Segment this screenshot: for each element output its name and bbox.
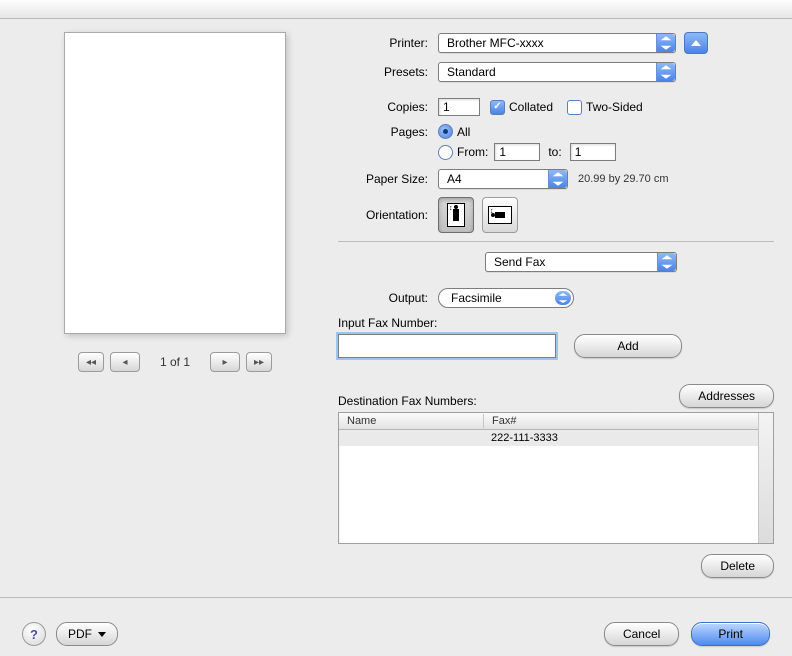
copies-label: Copies:	[338, 100, 438, 114]
fax-input-label: Input Fax Number:	[338, 316, 774, 330]
panel-section-value: Send Fax	[494, 255, 545, 269]
portrait-icon: ↕	[447, 203, 465, 227]
output-select[interactable]: Facsimile	[438, 288, 574, 308]
copies-row: Copies: 1 Collated Two-Sided	[338, 98, 774, 116]
cell-fax: 222-111-3333	[483, 431, 773, 445]
dest-table[interactable]: Name Fax# 222-111-3333	[338, 412, 774, 544]
help-button[interactable]: ?	[22, 622, 46, 646]
pdf-label: PDF	[68, 627, 92, 641]
stepper-icon	[656, 63, 675, 81]
collapse-button[interactable]	[684, 32, 708, 54]
last-page-button[interactable]: ▸▸	[246, 352, 272, 372]
paper-row: Paper Size: A4 20.99 by 29.70 cm	[338, 169, 774, 189]
first-page-button[interactable]: ◂◂	[78, 352, 104, 372]
pdf-menu-button[interactable]: PDF	[56, 622, 118, 646]
section-row: Send Fax	[338, 252, 774, 272]
orientation-landscape-button[interactable]: ↕	[482, 197, 518, 233]
pages-range-radio[interactable]	[438, 145, 453, 160]
twosided-checkbox[interactable]	[567, 100, 582, 115]
print-button-label: Print	[718, 627, 743, 641]
pages-from-input[interactable]: 1	[494, 143, 540, 161]
dest-label: Destination Fax Numbers:	[338, 394, 477, 408]
presets-label: Presets:	[338, 65, 438, 79]
presets-select[interactable]: Standard	[438, 62, 676, 82]
delete-button-label: Delete	[720, 559, 755, 573]
table-body: 222-111-3333	[339, 430, 773, 543]
cancel-button-label: Cancel	[623, 627, 660, 641]
ruler	[0, 0, 792, 19]
add-button[interactable]: Add	[574, 334, 682, 358]
twosided-label: Two-Sided	[586, 100, 643, 114]
printer-value: Brother MFC-xxxx	[447, 36, 544, 50]
presets-row: Presets: Standard	[338, 62, 774, 82]
pages-row: Pages: All From: 1 to: 1	[338, 124, 774, 161]
next-page-button[interactable]: ▸	[210, 352, 240, 372]
triangle-up-icon	[691, 40, 701, 46]
collated-label: Collated	[509, 100, 553, 114]
prev-page-button[interactable]: ◂	[110, 352, 140, 372]
page-preview	[64, 32, 286, 334]
orientation-label: Orientation:	[338, 208, 438, 222]
page-nav: ◂◂ ◂ 1 of 1 ▸ ▸▸	[78, 352, 272, 372]
output-row: Output: Facsimile	[332, 288, 774, 308]
output-value: Facsimile	[451, 291, 502, 305]
table-header: Name Fax#	[339, 413, 773, 430]
paper-label: Paper Size:	[338, 172, 438, 186]
scrollbar[interactable]	[758, 413, 773, 543]
panel-section-select[interactable]: Send Fax	[485, 252, 677, 272]
orientation-portrait-button[interactable]: ↕	[438, 197, 474, 233]
content: ◂◂ ◂ 1 of 1 ▸ ▸▸ Printer: Brother MFC-xx…	[0, 22, 792, 656]
fax-number-input[interactable]	[338, 334, 556, 358]
print-dialog: ◂◂ ◂ 1 of 1 ▸ ▸▸ Printer: Brother MFC-xx…	[0, 0, 792, 656]
settings-panel: Printer: Brother MFC-xxxx Presets: Stand…	[338, 32, 774, 597]
stepper-icon	[657, 253, 676, 271]
printer-label: Printer:	[338, 36, 438, 50]
page-indicator: 1 of 1	[160, 355, 190, 369]
add-button-label: Add	[617, 339, 638, 353]
output-label: Output:	[332, 291, 438, 305]
pages-from-label: From:	[457, 145, 488, 159]
stepper-icon	[555, 291, 571, 305]
pages-from-value: 1	[499, 145, 506, 159]
dialog-footer: ? PDF Cancel Print	[0, 597, 792, 656]
pages-to-input[interactable]: 1	[570, 143, 616, 161]
preview-pane: ◂◂ ◂ 1 of 1 ▸ ▸▸	[50, 32, 300, 597]
print-button[interactable]: Print	[691, 622, 770, 646]
separator	[338, 241, 774, 242]
triangle-down-icon	[98, 632, 106, 637]
col-name[interactable]: Name	[339, 414, 484, 428]
pages-all-radio[interactable]	[438, 124, 453, 139]
cancel-button[interactable]: Cancel	[604, 622, 679, 646]
printer-row: Printer: Brother MFC-xxxx	[338, 32, 774, 54]
delete-button[interactable]: Delete	[701, 554, 774, 578]
landscape-icon: ↕	[488, 206, 512, 224]
main-area: ◂◂ ◂ 1 of 1 ▸ ▸▸ Printer: Brother MFC-xx…	[0, 22, 792, 597]
paper-size-select[interactable]: A4	[438, 169, 568, 189]
paper-size-value: A4	[447, 172, 462, 186]
pages-to-label: to:	[548, 145, 561, 159]
addresses-button-label: Addresses	[698, 389, 755, 403]
pages-options: All From: 1 to: 1	[438, 124, 616, 161]
printer-select[interactable]: Brother MFC-xxxx	[438, 33, 676, 53]
col-fax[interactable]: Fax#	[484, 414, 773, 428]
presets-value: Standard	[447, 65, 496, 79]
stepper-icon	[656, 34, 675, 52]
copies-value: 1	[443, 100, 450, 114]
pages-all-label: All	[457, 125, 470, 139]
orientation-row: Orientation: ↕ ↕	[338, 197, 774, 233]
pages-label: Pages:	[338, 124, 438, 139]
collated-checkbox[interactable]	[490, 100, 505, 115]
copies-input[interactable]: 1	[438, 98, 480, 116]
cell-name	[339, 437, 483, 439]
pages-to-value: 1	[575, 145, 582, 159]
stepper-icon	[548, 170, 567, 188]
addresses-button[interactable]: Addresses	[679, 384, 774, 408]
table-row[interactable]: 222-111-3333	[339, 430, 773, 446]
paper-dim: 20.99 by 29.70 cm	[578, 173, 669, 185]
